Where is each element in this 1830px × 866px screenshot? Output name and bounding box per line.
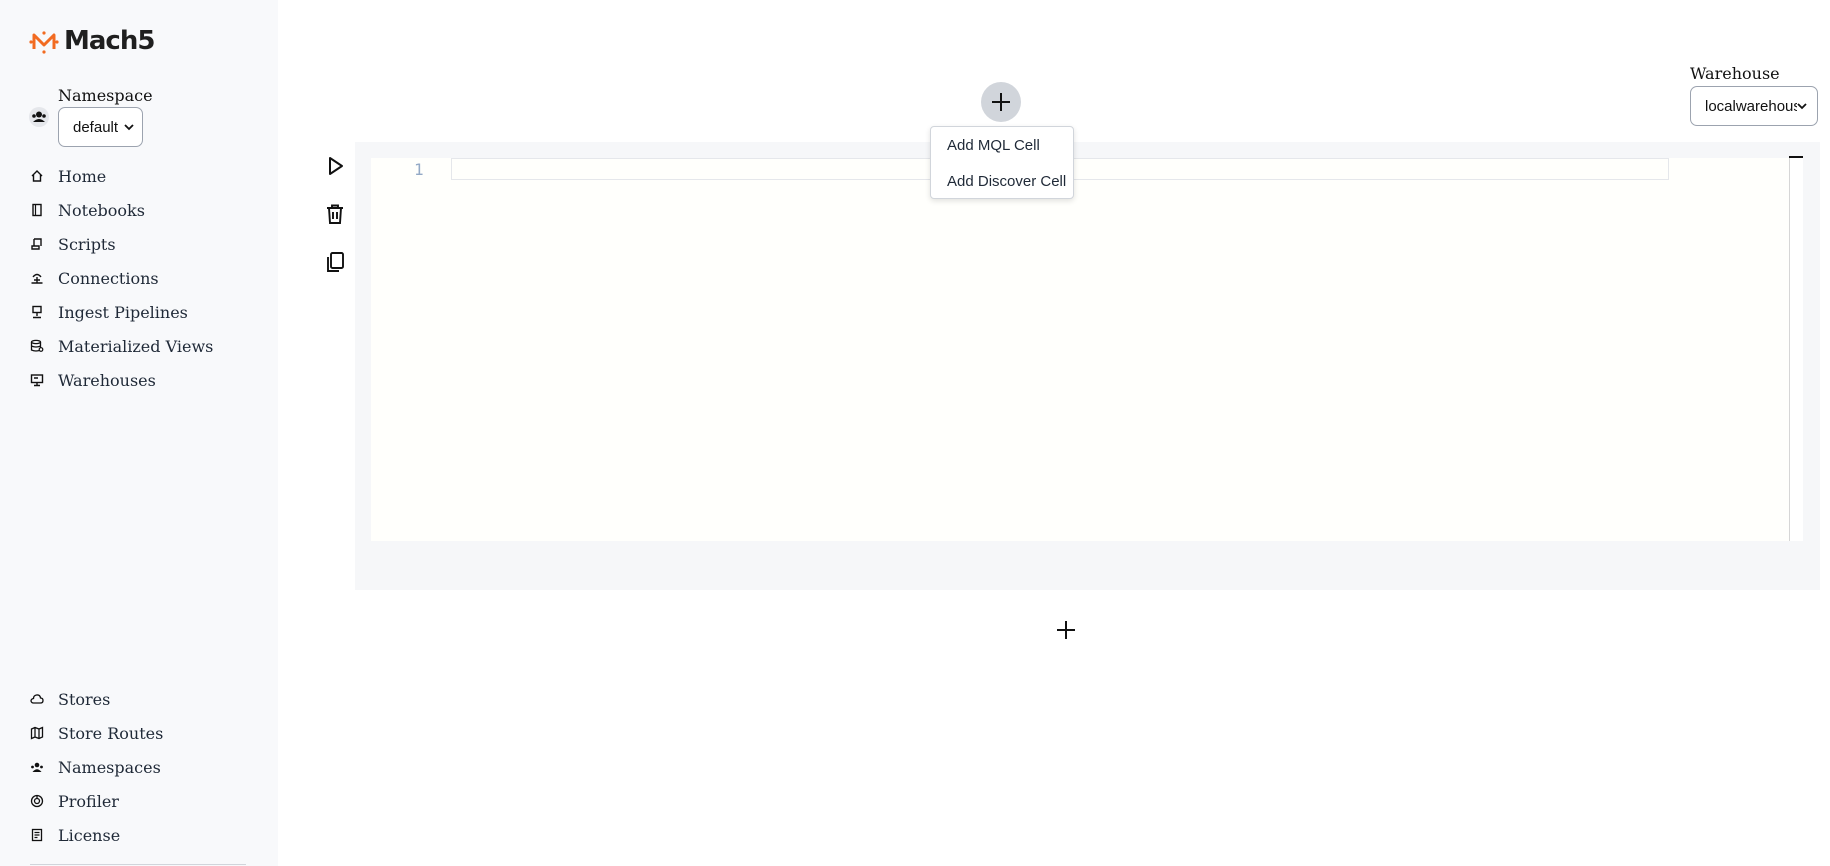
chevron-down-icon xyxy=(1797,103,1807,110)
add-cell-button[interactable] xyxy=(981,82,1021,122)
sidebar-item-label: Namespaces xyxy=(58,757,161,777)
sidebar-item-label: License xyxy=(58,825,121,845)
brand-name: Mach5 xyxy=(64,26,155,56)
sidebar-item-home[interactable]: Home xyxy=(30,164,106,188)
delete-cell-button[interactable] xyxy=(323,202,347,226)
connection-icon xyxy=(31,273,43,284)
sidebar-item-namespaces[interactable]: Namespaces xyxy=(30,755,161,779)
sidebar-item-connections[interactable]: Connections xyxy=(30,266,159,290)
sidebar-item-license[interactable]: License xyxy=(30,823,120,847)
cloud-icon xyxy=(30,694,44,704)
home-icon xyxy=(31,170,43,182)
trash-icon xyxy=(327,204,343,224)
plus-icon xyxy=(992,93,1010,111)
add-mql-cell-menu-item[interactable]: Add MQL Cell xyxy=(931,127,1073,163)
collapse-cell-button[interactable] xyxy=(1789,156,1803,158)
database-icon xyxy=(30,339,44,352)
copy-cell-button[interactable] xyxy=(323,250,347,274)
users-icon xyxy=(31,762,43,772)
add-cell-bottom-button[interactable] xyxy=(1055,619,1077,641)
sidebar-item-label: Connections xyxy=(58,268,159,288)
sidebar-item-notebooks[interactable]: Notebooks xyxy=(30,198,145,222)
app-logo[interactable]: Mach5 xyxy=(28,26,155,56)
plus-icon xyxy=(1057,621,1075,639)
license-icon xyxy=(31,828,43,842)
namespace-selector-block: Namespace default xyxy=(28,86,153,147)
sidebar-item-stores[interactable]: Stores xyxy=(30,687,110,711)
namespace-select[interactable]: default xyxy=(58,107,143,147)
line-number: 1 xyxy=(414,160,424,179)
sidebar-divider xyxy=(30,864,246,865)
code-editor[interactable] xyxy=(371,158,1789,541)
sidebar-item-materialized-views[interactable]: Materialized Views xyxy=(30,334,213,358)
sidebar-item-label: Stores xyxy=(58,689,111,709)
sidebar-item-label: Scripts xyxy=(58,234,116,254)
warehouse-label: Warehouse xyxy=(1690,64,1780,83)
profiler-icon xyxy=(30,794,44,808)
namespace-label: Namespace xyxy=(58,86,153,105)
sidebar-item-scripts[interactable]: Scripts xyxy=(30,232,116,256)
play-icon xyxy=(329,157,343,175)
script-icon xyxy=(31,238,42,250)
sidebar-item-profiler[interactable]: Profiler xyxy=(30,789,119,813)
sidebar: Mach5 Namespace default Home Notebooks S… xyxy=(0,0,278,866)
sidebar-item-store-routes[interactable]: Store Routes xyxy=(30,721,163,745)
sidebar-item-label: Warehouses xyxy=(58,370,156,390)
editor-scrollbar[interactable] xyxy=(1789,158,1803,541)
sidebar-item-label: Profiler xyxy=(58,791,119,811)
namespace-select-value: default xyxy=(73,118,119,136)
copy-icon xyxy=(327,252,344,272)
sidebar-item-ingest-pipelines[interactable]: Ingest Pipelines xyxy=(30,300,188,324)
sidebar-item-label: Notebooks xyxy=(58,200,145,220)
warehouse-icon xyxy=(30,374,44,387)
sidebar-item-label: Ingest Pipelines xyxy=(58,302,188,322)
warehouse-select-value: localwarehouse xyxy=(1705,97,1797,115)
map-icon xyxy=(30,726,44,740)
mach5-logo-icon xyxy=(29,31,59,54)
sidebar-item-warehouses[interactable]: Warehouses xyxy=(30,368,156,392)
run-cell-button[interactable] xyxy=(323,154,347,178)
sidebar-item-label: Materialized Views xyxy=(58,336,214,356)
sidebar-item-label: Home xyxy=(58,166,107,186)
add-cell-menu: Add MQL Cell Add Discover Cell xyxy=(930,126,1074,199)
pipeline-icon xyxy=(32,305,42,319)
sidebar-item-label: Store Routes xyxy=(58,723,164,743)
add-discover-cell-menu-item[interactable]: Add Discover Cell xyxy=(931,163,1073,199)
notebook-icon xyxy=(32,203,42,217)
warehouse-select[interactable]: localwarehouse xyxy=(1690,86,1818,126)
chevron-down-icon xyxy=(124,124,134,131)
users-icon xyxy=(29,107,49,127)
